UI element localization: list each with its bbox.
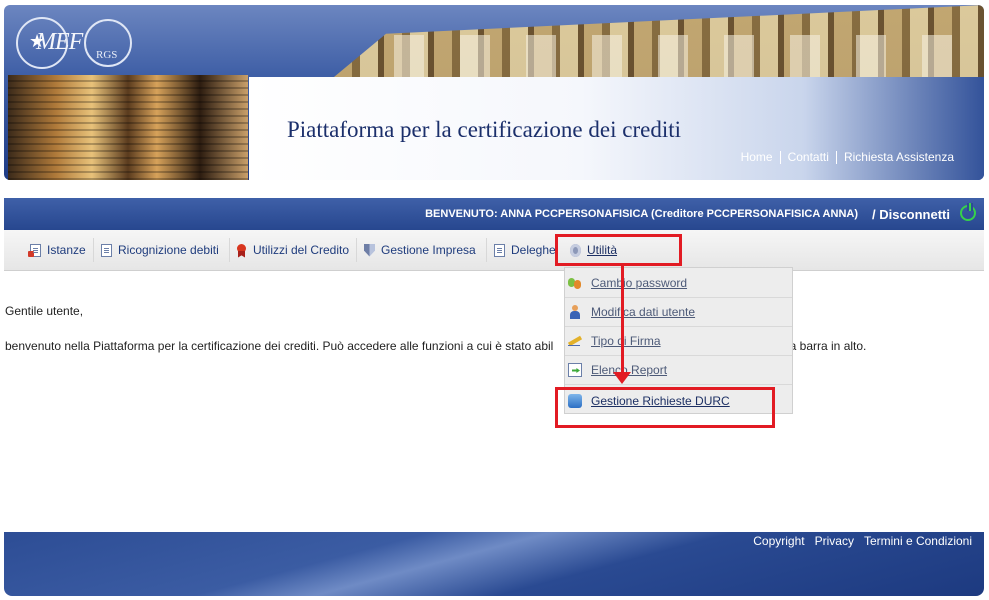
menu-item-utilizzi-credito[interactable]: Utilizzi del Credito [236, 230, 349, 270]
menu-divider [93, 238, 94, 262]
pen-icon [568, 334, 582, 348]
dropdown-item-label: Cambio password [591, 276, 688, 290]
annotation-arrow-line [621, 264, 624, 377]
logo-rgs-text: RGS [96, 49, 118, 61]
disconnect-link[interactable]: / Disconnetti [872, 207, 950, 222]
document-icon [28, 243, 41, 257]
menu-item-label: Ricognizione debiti [118, 243, 219, 257]
logo-mef-text: MEF [36, 29, 83, 55]
title-rest: per la certificazione dei crediti [394, 117, 681, 142]
welcome-bar: BENVENUTO: ANNA PCCPERSONAFISICA (Credit… [4, 198, 984, 230]
coins-image [8, 75, 248, 180]
annotation-box-utilita [555, 234, 682, 266]
welcome-message-end: lla barra in alto. [784, 339, 867, 353]
page-title: Piattaforma per la certificazione dei cr… [287, 117, 681, 143]
dropdown-item-elenco-report[interactable]: Elenco Report [565, 356, 792, 385]
menu-item-deleghe[interactable]: Deleghe [494, 230, 556, 270]
dropdown-item-label: Tipo di Firma [591, 334, 661, 348]
title-accent: Piattaforma [287, 117, 395, 142]
nav-contatti-link[interactable]: Contatti [779, 151, 836, 164]
footer-copyright-link[interactable]: Copyright [753, 534, 804, 548]
footer-links: Copyright Privacy Termini e Condizioni [743, 534, 972, 548]
report-icon [568, 363, 582, 377]
greeting-text: Gentile utente, [5, 304, 84, 318]
annotation-arrow-head-icon [613, 372, 631, 384]
menu-divider [486, 238, 487, 262]
footer-termini-link[interactable]: Termini e Condizioni [864, 534, 972, 548]
menu-item-gestione-impresa[interactable]: Gestione Impresa [364, 230, 476, 270]
menu-item-label: Utilizzi del Credito [253, 243, 350, 257]
menu-item-label: Istanze [47, 243, 86, 257]
menu-item-label: Deleghe [511, 243, 556, 257]
nav-assistenza-link[interactable]: Richiesta Assistenza [835, 151, 961, 164]
ribbon-icon [236, 243, 247, 257]
main-menu: Istanze Ricognizione debiti Utilizzi del… [4, 230, 984, 271]
shield-icon [364, 243, 375, 257]
dropdown-item-label: Modifica dati utente [591, 305, 696, 319]
menu-divider [356, 238, 357, 262]
footer: Copyright Privacy Termini e Condizioni [4, 532, 984, 596]
document-icon [101, 243, 112, 257]
dropdown-item-modifica-dati[interactable]: Modifica dati utente [565, 298, 792, 327]
password-icon [568, 276, 582, 290]
annotation-box-durc [555, 387, 775, 428]
dropdown-item-cambio-password[interactable]: Cambio password [565, 269, 792, 298]
footer-privacy-link[interactable]: Privacy [815, 534, 854, 548]
menu-divider [229, 238, 230, 262]
document-icon [494, 243, 505, 257]
nav-home-link[interactable]: Home [734, 151, 780, 164]
dropdown-item-tipo-firma[interactable]: Tipo di Firma [565, 327, 792, 356]
top-nav: Home Contatti Richiesta Assistenza [734, 151, 961, 164]
building-arches [364, 35, 984, 77]
user-icon [568, 305, 582, 319]
welcome-message-start: benvenuto nella Piattaforma per la certi… [5, 339, 554, 353]
welcome-user-text: BENVENUTO: ANNA PCCPERSONAFISICA (Credit… [425, 208, 858, 220]
menu-item-istanze[interactable]: Istanze [28, 230, 86, 270]
power-icon[interactable] [960, 203, 976, 221]
menu-item-ricognizione-debiti[interactable]: Ricognizione debiti [101, 230, 219, 270]
mef-logo[interactable]: ★ MEF RGS [16, 17, 132, 69]
menu-item-label: Gestione Impresa [381, 243, 476, 257]
